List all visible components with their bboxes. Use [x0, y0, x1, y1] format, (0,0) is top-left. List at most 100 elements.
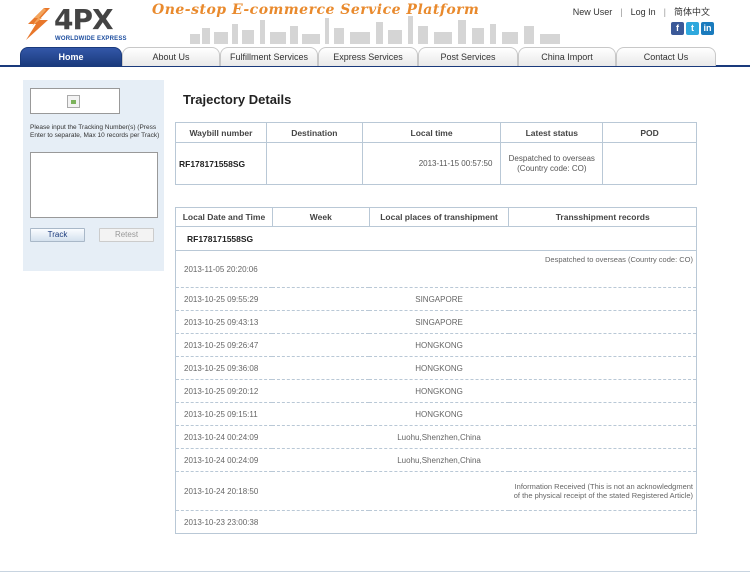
detail-waybill-row: RF178171558SG [175, 226, 697, 251]
tab-about-us[interactable]: About Us [122, 47, 220, 66]
broken-image-icon [67, 95, 80, 108]
tab-fulfillment-services[interactable]: Fulfillment Services [220, 47, 318, 66]
col-places-transhipment: Local places of transhipment [368, 207, 510, 227]
page-title: Trajectory Details [183, 92, 292, 107]
row-week [272, 356, 370, 380]
detail-header-row: Local Date and Time Week Local places of… [175, 207, 697, 227]
brand-name: 4PX [54, 3, 114, 36]
row-week [272, 379, 370, 403]
tab-post-services[interactable]: Post Services [418, 47, 518, 66]
row-datetime: 2013-10-24 00:24:09 [175, 448, 273, 472]
row-record: Despatched to overseas (Country code: CO… [508, 250, 697, 288]
row-place: HONGKONG [369, 356, 509, 380]
row-week [272, 250, 370, 288]
new-user-link[interactable]: New User [573, 7, 613, 17]
col-week: Week [271, 207, 370, 227]
row-place: Luohu,Shenzhen,China [369, 425, 509, 449]
row-datetime: 2013-10-24 00:24:09 [175, 425, 273, 449]
row-datetime: 2013-11-05 20:20:06 [175, 250, 273, 288]
col-waybill-number: Waybill number [175, 122, 267, 143]
col-pod: POD [602, 122, 697, 143]
row-week [272, 448, 370, 472]
row-place: Luohu,Shenzhen,China [369, 448, 509, 472]
row-place: HONGKONG [369, 379, 509, 403]
track-button[interactable]: Track [30, 228, 85, 242]
log-in-link[interactable]: Log In [631, 7, 656, 17]
col-latest-status: Latest status [500, 122, 604, 143]
row-datetime: 2013-10-24 20:18:50 [175, 471, 273, 511]
row-week [272, 510, 370, 534]
city-skyline-icon [190, 16, 560, 44]
main-nav: Home About Us Fulfillment Services Expre… [0, 46, 750, 67]
table-row: 2013-10-24 20:18:50 Information Received … [175, 471, 697, 511]
twitter-icon[interactable]: t [686, 22, 699, 35]
tracking-number-input[interactable] [30, 152, 158, 218]
row-week [272, 471, 370, 511]
row-datetime: 2013-10-25 09:36:08 [175, 356, 273, 380]
table-row: 2013-10-25 09:20:12 HONGKONG [175, 379, 697, 403]
row-week [272, 402, 370, 426]
summary-table: Waybill number Destination Local time La… [175, 122, 697, 185]
row-datetime: 2013-10-25 09:15:11 [175, 402, 273, 426]
row-record [508, 510, 697, 534]
table-row: 2013-10-23 23:00:38 [175, 510, 697, 534]
summary-header-row: Waybill number Destination Local time La… [175, 122, 697, 143]
row-week [272, 425, 370, 449]
language-link[interactable]: 简体中文 [674, 7, 710, 17]
table-row: 2013-10-25 09:15:11 HONGKONG [175, 402, 697, 426]
row-datetime: 2013-10-25 09:55:29 [175, 287, 273, 311]
row-record [508, 287, 697, 311]
row-place [369, 510, 509, 534]
row-record [508, 333, 697, 357]
footer-divider [0, 571, 750, 572]
facebook-icon[interactable]: f [671, 22, 684, 35]
tracking-hint: Please input the Tracking Number(s) (Pre… [30, 124, 160, 139]
row-place: HONGKONG [369, 402, 509, 426]
row-record [508, 379, 697, 403]
summary-row: RF178171558SG 2013-11-15 00:57:50 Despat… [175, 142, 697, 185]
retest-button[interactable]: Retest [99, 228, 154, 242]
col-destination: Destination [265, 122, 363, 143]
logo-mark-icon [26, 8, 50, 40]
summary-local-time: 2013-11-15 00:57:50 [361, 142, 502, 185]
row-datetime: 2013-10-23 23:00:38 [175, 510, 273, 534]
row-place: SINGAPORE [369, 310, 509, 334]
social-links: f t in [671, 22, 714, 35]
col-local-time: Local time [361, 122, 502, 143]
tab-express-services[interactable]: Express Services [318, 47, 418, 66]
brand-subtitle: WORLDWIDE EXPRESS [55, 36, 127, 42]
row-place [369, 471, 509, 511]
table-row: 2013-10-25 09:55:29 SINGAPORE [175, 287, 697, 311]
summary-latest-status: Despatched to overseas (Country code: CO… [500, 142, 604, 185]
tab-china-import[interactable]: China Import [518, 47, 616, 66]
row-datetime: 2013-10-25 09:20:12 [175, 379, 273, 403]
linkedin-icon[interactable]: in [701, 22, 714, 35]
table-row: 2013-10-24 00:24:09 Luohu,Shenzhen,China [175, 448, 697, 472]
row-place: HONGKONG [369, 333, 509, 357]
row-week [272, 287, 370, 311]
row-week [272, 333, 370, 357]
table-row: 2013-10-25 09:36:08 HONGKONG [175, 356, 697, 380]
summary-destination [265, 142, 363, 185]
table-row: 2013-10-25 09:26:47 HONGKONG [175, 333, 697, 357]
row-record [508, 356, 697, 380]
table-row: 2013-11-05 20:20:06 Despatched to oversea… [175, 250, 697, 288]
detail-waybill: RF178171558SG [175, 226, 697, 251]
tab-contact-us[interactable]: Contact Us [616, 47, 716, 66]
tab-home[interactable]: Home [20, 47, 122, 66]
summary-waybill[interactable]: RF178171558SG [175, 142, 267, 185]
tracking-sidebar: Please input the Tracking Number(s) (Pre… [23, 80, 164, 271]
summary-pod [602, 142, 697, 185]
col-local-date-time: Local Date and Time [175, 207, 273, 227]
broken-image [30, 88, 120, 114]
col-transshipment-records: Transshipment records [508, 207, 697, 227]
row-record [508, 425, 697, 449]
row-record [508, 448, 697, 472]
brand-logo[interactable]: 4PX WORLDWIDE EXPRESS [22, 3, 132, 46]
table-row: 2013-10-25 09:43:13 SINGAPORE [175, 310, 697, 334]
detail-table: Local Date and Time Week Local places of… [175, 207, 697, 534]
row-record: Information Received (This is not an ack… [508, 471, 697, 511]
top-links: New User | Log In | 简体中文 [572, 7, 710, 17]
table-row: 2013-10-24 00:24:09 Luohu,Shenzhen,China [175, 425, 697, 449]
row-record [508, 310, 697, 334]
